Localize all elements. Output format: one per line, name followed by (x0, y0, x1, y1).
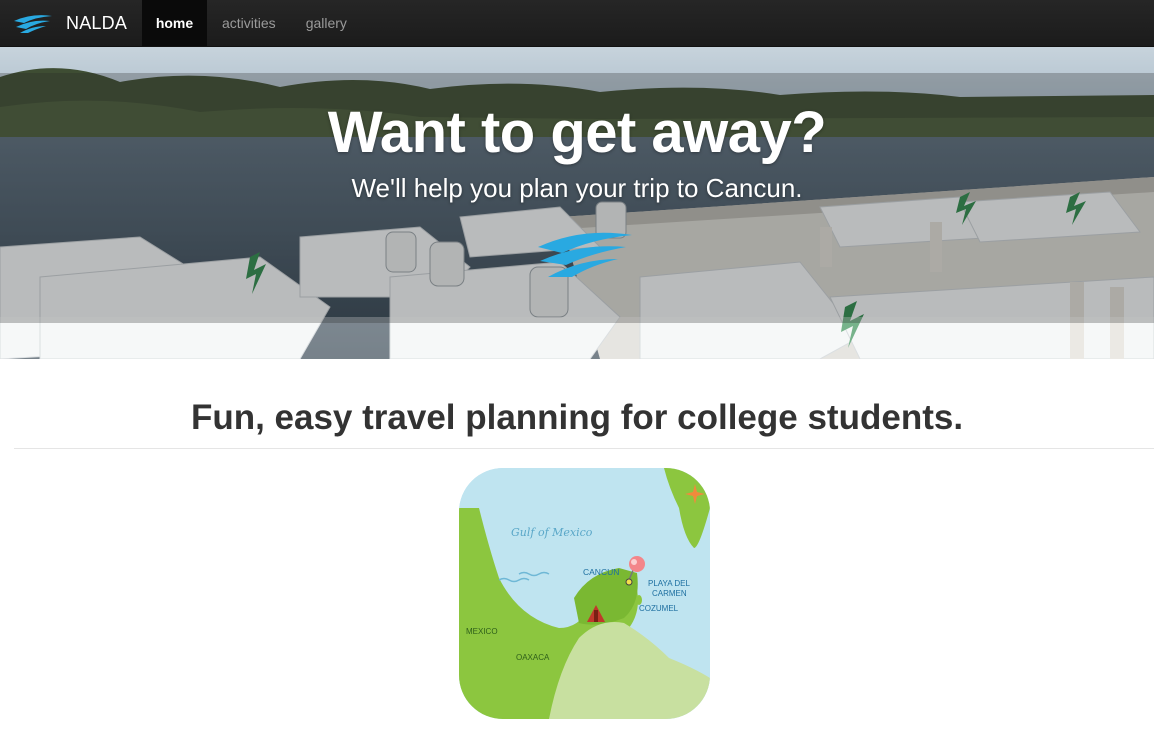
section-divider (14, 448, 1154, 449)
hero-banner: Want to get away? We'll help you plan yo… (0, 47, 1154, 359)
map-label-mexico: MEXICO (466, 627, 498, 636)
map-app-icon[interactable]: Gulf of Mexico CANCUN PLAYA DEL CARMEN C… (459, 468, 710, 719)
nav-activities[interactable]: activities (207, 0, 291, 46)
cancun-map: Gulf of Mexico CANCUN PLAYA DEL CARMEN C… (459, 468, 710, 719)
wave-logo-icon (538, 232, 632, 277)
hero-title: Want to get away? (327, 100, 827, 165)
wave-logo-icon (14, 15, 52, 33)
brand-name: NALDA (66, 12, 128, 33)
nav-home[interactable]: home (142, 0, 207, 46)
map-label-oaxaca: OAXACA (516, 653, 550, 662)
map-label-gulf: Gulf of Mexico (511, 526, 593, 539)
map-label-cozumel: COZUMEL (639, 604, 679, 613)
map-label-playa-1: PLAYA DEL (648, 579, 691, 588)
brand-link[interactable]: NALDA (0, 0, 142, 46)
top-navbar: NALDA home activities gallery (0, 0, 1154, 47)
nav-gallery[interactable]: gallery (291, 0, 362, 46)
page-tagline: Fun, easy travel planning for college st… (190, 398, 964, 437)
hero-subtitle: We'll help you plan your trip to Cancun. (351, 173, 803, 203)
map-label-cancun: CANCUN (583, 567, 619, 577)
map-label-playa-2: CARMEN (652, 589, 687, 598)
